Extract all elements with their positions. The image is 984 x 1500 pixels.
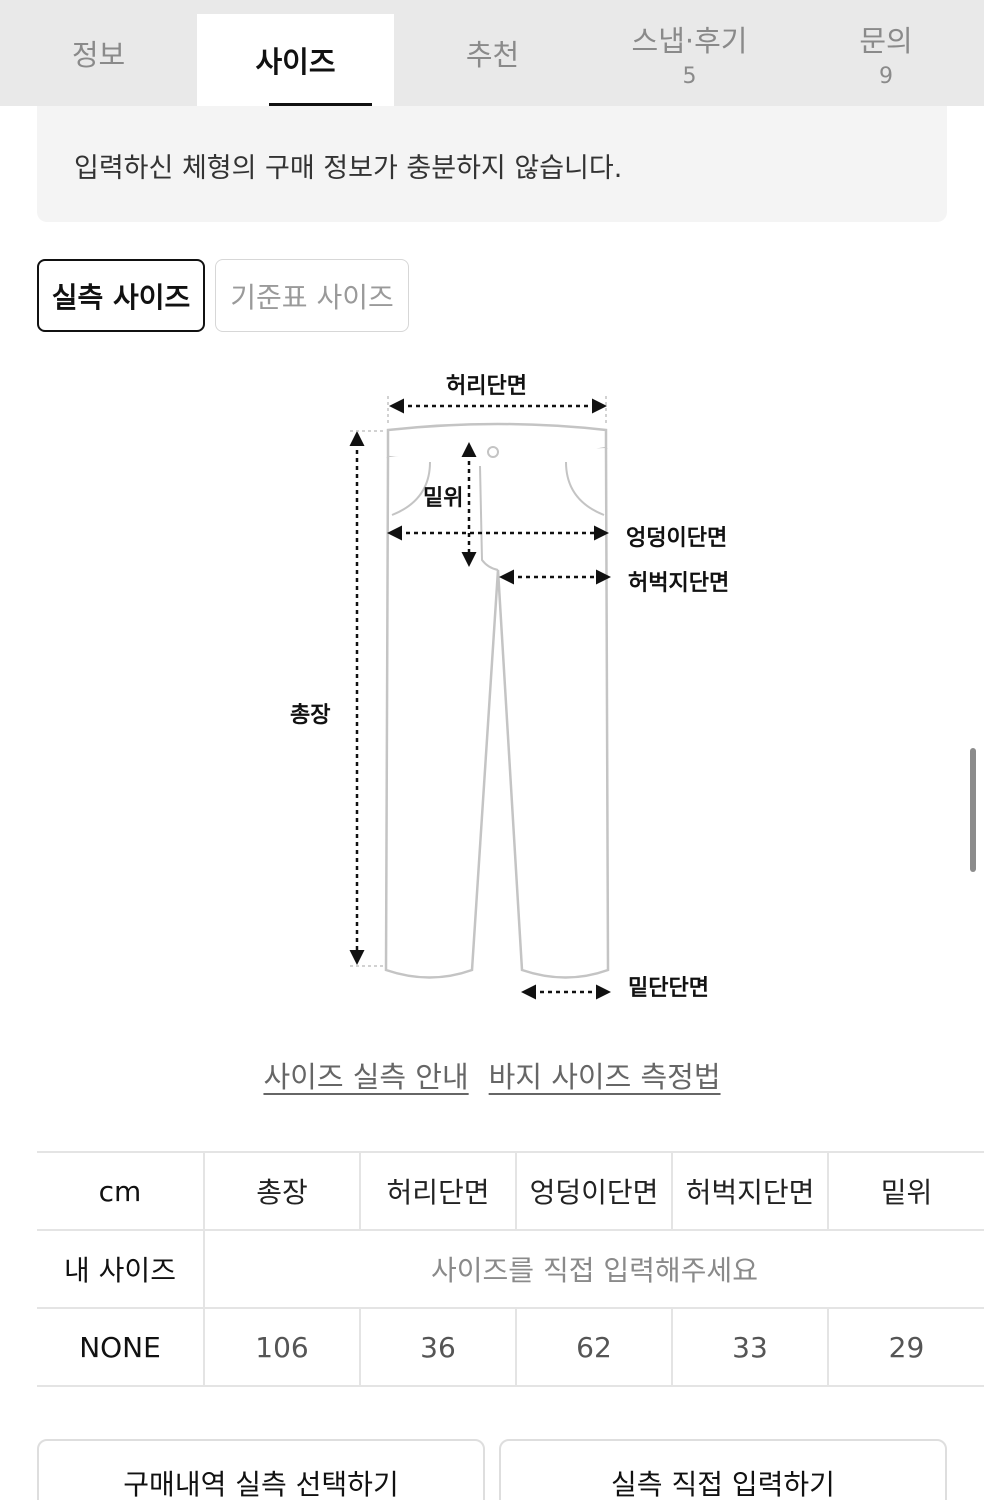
pants-measure-method-link[interactable]: 바지 사이즈 측정법 [489, 1054, 721, 1096]
label-hem: 밑단단면 [628, 976, 709, 1001]
tab-size[interactable]: 사이즈 [197, 14, 394, 106]
label-thigh: 허벅지단면 [628, 571, 730, 596]
value-cell: 36 [359, 1307, 516, 1387]
my-size-label: 내 사이즈 [37, 1229, 204, 1309]
my-size-row[interactable]: 내 사이즈 사이즈를 직접 입력해주세요 [37, 1229, 984, 1309]
header-cell: 허벅지단면 [671, 1151, 828, 1231]
label-rise: 밑위 [423, 486, 464, 511]
pants-illustration [349, 396, 611, 1000]
size-guide-links: 사이즈 실측 안내 바지 사이즈 측정법 [0, 1054, 984, 1096]
insufficient-info-notice: 입력하신 체형의 구매 정보가 충분하지 않습니다. [37, 106, 947, 222]
header-cell: 총장 [203, 1151, 360, 1231]
header-unit: cm [37, 1151, 204, 1231]
label-hip: 엉덩이단면 [626, 526, 728, 551]
tab-label: 사이즈 [255, 45, 336, 79]
size-table: cm 총장 허리단면 엉덩이단면 허벅지단면 밑위 내 사이즈 사이즈를 직접 … [37, 1151, 984, 1387]
my-size-input-prompt[interactable]: 사이즈를 직접 입력해주세요 [203, 1229, 984, 1309]
tab-snap-review[interactable]: 스냅·후기 5 [591, 0, 788, 106]
value-cell: 29 [827, 1307, 984, 1387]
select-purchase-history-button[interactable]: 구매내역 실측 선택하기 [37, 1439, 485, 1500]
header-cell: 엉덩이단면 [515, 1151, 672, 1231]
manual-input-button[interactable]: 실측 직접 입력하기 [499, 1439, 947, 1500]
tab-inquiry[interactable]: 문의 9 [788, 0, 984, 106]
table-row: NONE 106 36 62 33 29 [37, 1307, 984, 1387]
tab-count: 5 [682, 63, 697, 89]
tab-label: 추천 [465, 38, 520, 72]
notice-text: 입력하신 체형의 구매 정보가 충분하지 않습니다. [74, 153, 623, 184]
label-length: 총장 [290, 703, 331, 728]
actual-size-button[interactable]: 실측 사이즈 [37, 259, 205, 332]
tab-recommend[interactable]: 추천 [394, 0, 591, 106]
header-cell: 밑위 [827, 1151, 984, 1231]
tab-label: 문의 [859, 23, 913, 58]
tab-label: 스냅·후기 [631, 23, 748, 58]
standard-size-button[interactable]: 기준표 사이즈 [215, 259, 409, 332]
value-cell: 62 [515, 1307, 672, 1387]
value-cell: 33 [671, 1307, 828, 1387]
table-header-row: cm 총장 허리단면 엉덩이단면 허벅지단면 밑위 [37, 1151, 984, 1231]
label-waist: 허리단면 [446, 374, 527, 399]
tab-info[interactable]: 정보 [0, 0, 197, 106]
size-name: NONE [37, 1307, 204, 1387]
tab-label: 정보 [71, 38, 126, 72]
header-cell: 허리단면 [359, 1151, 516, 1231]
pants-measurement-diagram: 허리단면 밑위 엉덩이단면 허벅지단면 총장 밑단단면 [0, 340, 984, 1020]
scrollbar[interactable] [970, 748, 976, 872]
value-cell: 106 [203, 1307, 360, 1387]
size-measure-guide-link[interactable]: 사이즈 실측 안내 [263, 1054, 468, 1096]
tab-bar: 정보 사이즈 추천 스냅·후기 5 문의 9 [0, 0, 984, 106]
tab-count: 9 [879, 63, 893, 89]
